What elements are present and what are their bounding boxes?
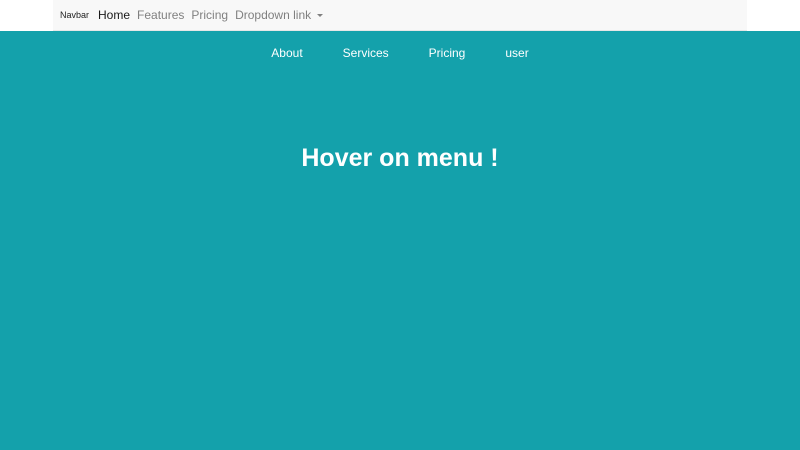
nav-link-features[interactable]: Features <box>137 8 184 22</box>
nav-dropdown-link[interactable]: Dropdown link <box>235 8 324 22</box>
hover-menu: About Services Pricing user <box>0 44 800 62</box>
nav-link-pricing[interactable]: Pricing <box>191 8 228 22</box>
page-headline: Hover on menu ! <box>301 144 499 172</box>
navbar-brand[interactable]: Navbar <box>60 10 89 20</box>
menu-item-user[interactable]: user <box>485 44 548 62</box>
nav-link-home[interactable]: Home <box>98 8 130 22</box>
navbar: Navbar Home Features Pricing Dropdown li… <box>53 0 747 31</box>
nav-dropdown-label: Dropdown link <box>235 8 312 22</box>
menu-item-pricing[interactable]: Pricing <box>409 44 486 62</box>
menu-item-about[interactable]: About <box>251 44 322 62</box>
menu-item-services[interactable]: Services <box>323 44 409 62</box>
caret-down-icon <box>317 14 324 18</box>
